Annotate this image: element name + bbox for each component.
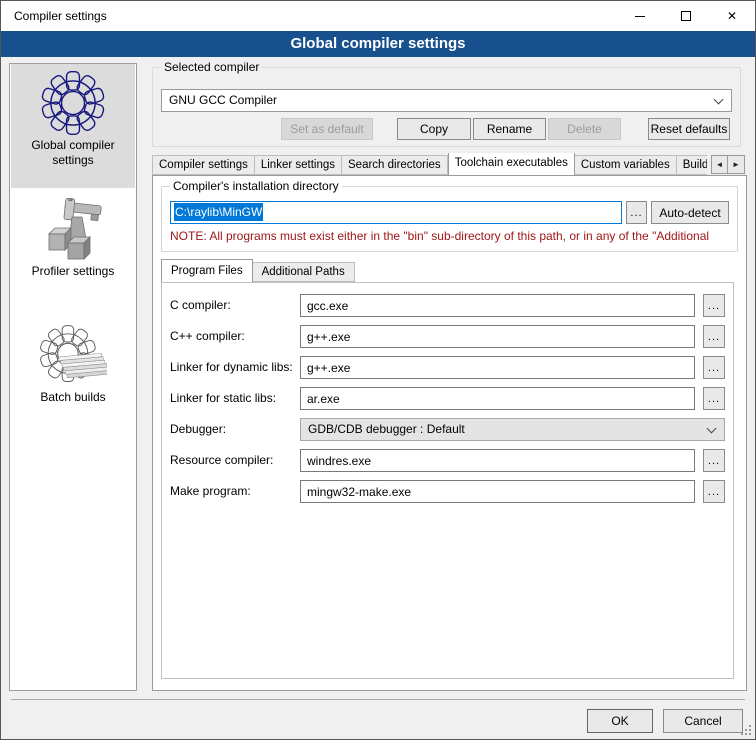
ok-button[interactable]: OK [587, 709, 653, 733]
rename-button[interactable]: Rename [473, 118, 546, 140]
dynamic-linker-browse-button[interactable]: ... [703, 356, 725, 379]
maximize-icon [681, 11, 691, 21]
compiler-settings-dialog: Compiler settings ✕ Global compiler sett… [0, 0, 756, 740]
installation-directory-input[interactable]: C:\raylib\MinGW [170, 201, 622, 224]
tab-custom-variables[interactable]: Custom variables [575, 155, 677, 175]
footer-separator [11, 699, 745, 700]
settings-tabs: Compiler settings Linker settings Search… [152, 153, 707, 175]
static-linker-label: Linker for static libs: [170, 391, 276, 405]
static-linker-input[interactable] [300, 387, 695, 410]
blue-gear-icon [38, 68, 108, 138]
main-panel: Selected compiler GNU GCC Compiler Set a… [146, 59, 749, 691]
close-icon: ✕ [727, 10, 737, 22]
settings-category-list: Global compiler settings [9, 63, 137, 691]
tab-compiler-settings[interactable]: Compiler settings [152, 155, 255, 175]
c-compiler-input[interactable] [300, 294, 695, 317]
minimize-button[interactable] [617, 1, 663, 31]
set-as-default-button[interactable]: Set as default [281, 118, 373, 140]
dialog-header: Global compiler settings [1, 31, 755, 57]
make-program-label: Make program: [170, 484, 251, 498]
sidebar-item-label: Global compiler settings [11, 138, 135, 168]
compiler-select-value: GNU GCC Compiler [169, 90, 277, 111]
caliper-icon [41, 198, 105, 264]
delete-button[interactable]: Delete [548, 118, 621, 140]
make-program-input[interactable] [300, 480, 695, 503]
program-tabs: Program Files Additional Paths [161, 260, 355, 282]
debugger-select-value: GDB/CDB debugger : Default [308, 419, 465, 440]
sidebar-item-label: Batch builds [36, 390, 109, 405]
note-text: NOTE: All programs must exist either in … [170, 229, 735, 243]
form-row: C compiler: ... [162, 294, 733, 317]
window-controls: ✕ [617, 1, 755, 31]
cpp-compiler-input[interactable] [300, 325, 695, 348]
selected-path-text: C:\raylib\MinGW [174, 203, 263, 221]
form-row: C++ compiler: ... [162, 325, 733, 348]
form-row: Resource compiler: ... [162, 449, 733, 472]
resource-compiler-browse-button[interactable]: ... [703, 449, 725, 472]
resource-compiler-input[interactable] [300, 449, 695, 472]
toolchain-executables-page: Compiler's installation directory C:\ray… [152, 175, 747, 691]
tabs-scroll-right-button[interactable]: ► [728, 155, 745, 174]
c-compiler-label: C compiler: [170, 298, 231, 312]
gray-gear-papers-icon [39, 324, 107, 390]
selected-compiler-group: Selected compiler GNU GCC Compiler Set a… [152, 67, 741, 147]
form-row: Make program: ... [162, 480, 733, 503]
compiler-select[interactable]: GNU GCC Compiler [161, 89, 732, 112]
tab-toolchain-executables[interactable]: Toolchain executables [448, 153, 575, 175]
tab-build-options[interactable]: Build options [677, 155, 707, 175]
cpp-compiler-browse-button[interactable]: ... [703, 325, 725, 348]
browse-directory-button[interactable]: ... [626, 201, 647, 224]
resource-compiler-label: Resource compiler: [170, 453, 273, 467]
c-compiler-browse-button[interactable]: ... [703, 294, 725, 317]
tab-linker-settings[interactable]: Linker settings [255, 155, 342, 175]
program-files-page: C compiler: ... C++ compiler: ... Linker… [161, 282, 734, 679]
resize-grip[interactable] [739, 723, 751, 735]
debugger-select[interactable]: GDB/CDB debugger : Default [300, 418, 725, 441]
tabs-scroll-left-button[interactable]: ◄ [711, 155, 728, 174]
tab-search-directories[interactable]: Search directories [342, 155, 448, 175]
installation-directory-group-label: Compiler's installation directory [170, 179, 342, 193]
form-row: Linker for dynamic libs: ... [162, 356, 733, 379]
sidebar-item-global-compiler-settings[interactable]: Global compiler settings [11, 64, 135, 188]
chevron-down-icon [714, 95, 724, 105]
minimize-icon [635, 16, 645, 17]
cpp-compiler-label: C++ compiler: [170, 329, 245, 343]
tab-additional-paths[interactable]: Additional Paths [253, 262, 355, 282]
installation-directory-group: Compiler's installation directory C:\ray… [161, 186, 738, 252]
dynamic-linker-input[interactable] [300, 356, 695, 379]
form-row: Debugger: GDB/CDB debugger : Default [162, 418, 733, 441]
sidebar-item-batch-builds[interactable]: Batch builds [11, 324, 135, 405]
sidebar-item-label: Profiler settings [28, 264, 119, 279]
chevron-down-icon [707, 424, 717, 434]
sidebar-item-profiler-settings[interactable]: Profiler settings [11, 198, 135, 279]
auto-detect-button[interactable]: Auto-detect [651, 201, 729, 224]
maximize-button[interactable] [663, 1, 709, 31]
make-program-browse-button[interactable]: ... [703, 480, 725, 503]
copy-button[interactable]: Copy [397, 118, 471, 140]
titlebar: Compiler settings ✕ [1, 1, 755, 31]
window-title: Compiler settings [14, 1, 107, 31]
reset-defaults-button[interactable]: Reset defaults [648, 118, 730, 140]
dynamic-linker-label: Linker for dynamic libs: [170, 360, 293, 374]
debugger-label: Debugger: [170, 422, 226, 436]
static-linker-browse-button[interactable]: ... [703, 387, 725, 410]
cancel-button[interactable]: Cancel [663, 709, 743, 733]
close-button[interactable]: ✕ [709, 1, 755, 31]
tab-scroll-controls: ◄ ► [711, 155, 745, 174]
selected-compiler-group-label: Selected compiler [161, 60, 262, 74]
form-row: Linker for static libs: ... [162, 387, 733, 410]
tab-program-files[interactable]: Program Files [161, 259, 253, 282]
